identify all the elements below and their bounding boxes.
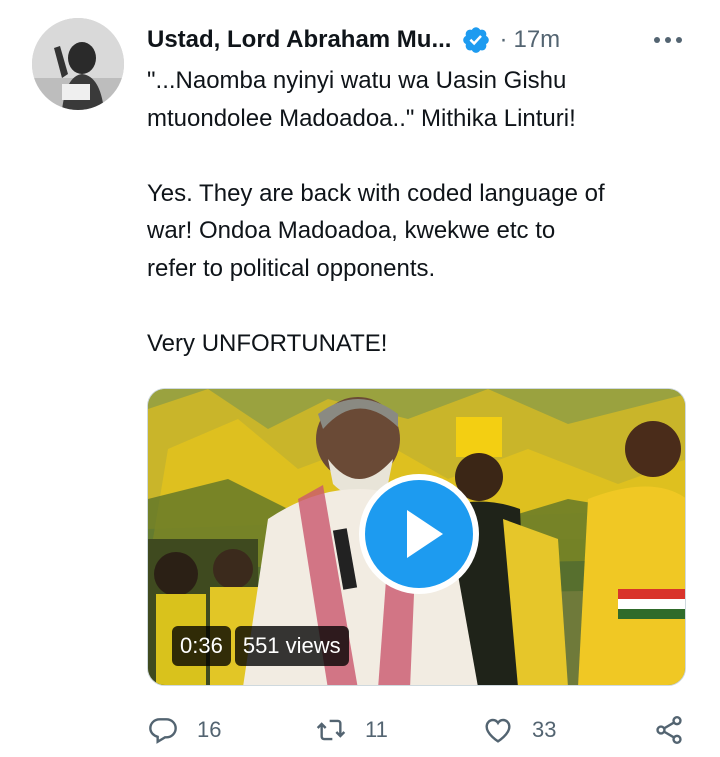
verified-badge-icon [463,27,490,53]
tweet-text-line: "...Naomba nyinyi watu wa Uasin Gishu [147,67,567,94]
separator-dot: · [499,26,508,53]
like-button[interactable]: 33 [482,708,556,752]
author-name[interactable]: Ustad, Lord Abraham Mu... [147,26,451,54]
retweet-button[interactable]: 11 [315,708,388,752]
tweet-timestamp[interactable]: 17m [513,26,560,54]
reply-count: 16 [197,717,222,742]
video-info-badge: 0:36 551 views [172,626,349,666]
tweet-header: Ustad, Lord Abraham Mu... · 17m [147,22,690,58]
tweet-text-line: refer to political opponents. [147,254,436,282]
reply-icon [149,718,177,744]
reply-button[interactable]: 16 [147,708,221,752]
tweet-actions: 16 11 33 [147,708,692,752]
play-icon[interactable] [357,472,481,596]
share-icon [656,716,682,744]
tweet-text-line: Yes. They are back with coded language o… [147,179,605,207]
like-icon [485,718,511,743]
more-options-icon[interactable] [650,28,686,52]
share-button[interactable] [653,708,685,752]
retweet-count: 11 [365,717,388,742]
retweet-icon [316,719,346,741]
tweet-text: "...Naomba nyinyi watu wa Uasin Gishu mt… [147,62,692,363]
video-duration: 0:36 [172,626,231,666]
tweet-text-line: mtuondolee Madoadoa.." Mithika Linturi! [147,104,576,132]
video-player[interactable]: 0:36 551 views [147,388,686,686]
video-views: 551 views [234,626,349,666]
tweet-text-line: war! Ondoa Madoadoa, kwekwe etc to [147,217,556,245]
tweet-text-line: Very UNFORTUNATE! [147,330,388,358]
like-count: 33 [532,717,557,742]
author-avatar[interactable] [32,18,124,110]
